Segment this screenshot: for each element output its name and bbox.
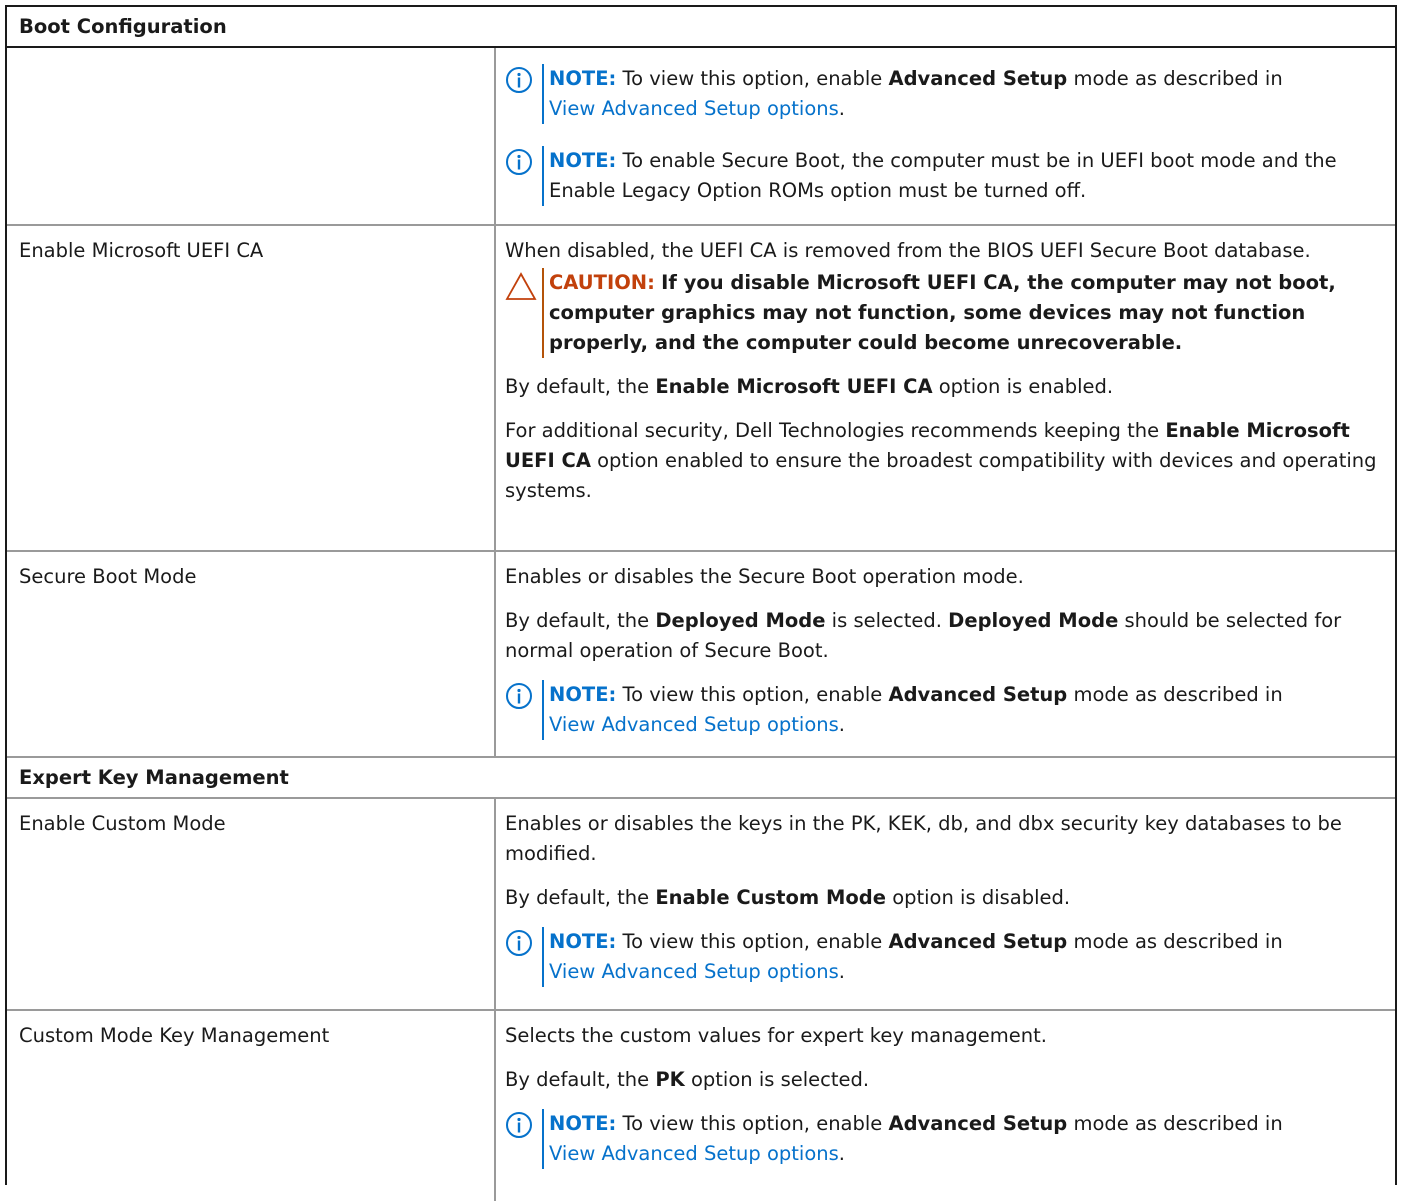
note-period: .: [838, 713, 845, 736]
table-row: NOTE: To view this option, enable Advanc…: [7, 48, 1395, 226]
info-icon: [506, 930, 532, 956]
setting-description: Enables or disables the keys in the PK, …: [505, 812, 1342, 865]
section-header-expert-key-management: Expert Key Management: [7, 758, 1395, 799]
note-text: mode as described in: [1073, 930, 1283, 953]
info-icon: [506, 1112, 532, 1138]
table-row: Enable Custom Mode Enables or disables t…: [7, 799, 1395, 1011]
note-label: NOTE:: [549, 930, 617, 953]
note-secure-boot: NOTE: To enable Secure Boot, the compute…: [505, 146, 1385, 206]
recommendation: For additional security, Dell Technologi…: [505, 416, 1385, 506]
section-header-boot-configuration: Boot Configuration: [7, 7, 1395, 48]
note-text: To view this option, enable: [622, 930, 883, 953]
emphasis: Enable Microsoft UEFI CA: [655, 375, 933, 398]
text: By default, the: [505, 375, 650, 398]
note-text: mode as described in: [1073, 67, 1283, 90]
text: option is enabled.: [938, 375, 1114, 398]
info-icon: [506, 67, 532, 93]
setting-description: Enables or disables the Secure Boot oper…: [505, 565, 1024, 588]
default-setting: By default, the Deployed Mode is selecte…: [505, 606, 1385, 666]
caution-text: If you disable Microsoft UEFI CA, the co…: [549, 271, 1336, 354]
note-text: mode as described in: [1073, 1112, 1283, 1135]
row-description: Enables or disables the keys in the PK, …: [505, 809, 1385, 997]
row-description: Selects the custom values for expert key…: [505, 1021, 1385, 1179]
note-label: NOTE:: [549, 683, 617, 706]
note-label: NOTE:: [549, 1112, 617, 1135]
emphasis: PK: [655, 1068, 685, 1091]
note-advanced-setup: NOTE: To view this option, enable Advanc…: [505, 927, 1385, 987]
text: For additional security, Dell Technologi…: [505, 419, 1160, 442]
link-view-advanced-setup[interactable]: View Advanced Setup options: [549, 1142, 839, 1165]
caution-label: CAUTION:: [549, 271, 655, 294]
info-icon: [506, 683, 532, 709]
emphasis: Deployed Mode: [948, 609, 1119, 632]
text: option is selected.: [690, 1068, 870, 1091]
text: is selected.: [831, 609, 942, 632]
setting-name: Secure Boot Mode: [19, 565, 197, 588]
setting-name: Custom Mode Key Management: [19, 1024, 330, 1047]
settings-table: Boot Configuration NOTE: To view this op…: [5, 5, 1397, 1201]
note-period: .: [838, 1142, 845, 1165]
section-title: Expert Key Management: [19, 766, 289, 789]
note-label: NOTE:: [549, 67, 617, 90]
note-period: .: [838, 97, 845, 120]
note-advanced-setup: NOTE: To view this option, enable Advanc…: [505, 1109, 1385, 1169]
table-row: Custom Mode Key Management Selects the c…: [7, 1011, 1395, 1201]
table-row: Secure Boot Mode Enables or disables the…: [7, 552, 1395, 758]
note-advanced-setup: NOTE: To view this option, enable Advanc…: [505, 680, 1385, 740]
text: option is disabled.: [892, 886, 1071, 909]
emphasis: Enable Custom Mode: [655, 886, 886, 909]
caution-box: CAUTION: If you disable Microsoft UEFI C…: [505, 268, 1385, 358]
setting-name: Enable Custom Mode: [19, 812, 226, 835]
note-period: .: [838, 960, 845, 983]
note-text: To view this option, enable: [622, 67, 883, 90]
default-setting: By default, the Enable Microsoft UEFI CA…: [505, 372, 1385, 402]
setting-name: Enable Microsoft UEFI CA: [19, 239, 264, 262]
info-icon: [506, 149, 532, 175]
link-view-advanced-setup[interactable]: View Advanced Setup options: [549, 97, 839, 120]
text: option enabled to ensure the broadest co…: [505, 449, 1377, 502]
note-text: To enable Secure Boot, the computer must…: [549, 149, 1337, 202]
row-description: Enables or disables the Secure Boot oper…: [505, 562, 1385, 750]
row-description: When disabled, the UEFI CA is removed fr…: [505, 236, 1385, 520]
caution-triangle-icon: [505, 272, 537, 300]
text: By default, the: [505, 609, 650, 632]
setting-description: Selects the custom values for expert key…: [505, 1024, 1047, 1047]
link-view-advanced-setup[interactable]: View Advanced Setup options: [549, 960, 839, 983]
table-row: Enable Microsoft UEFI CA When disabled, …: [7, 226, 1395, 552]
note-text: To view this option, enable: [622, 1112, 883, 1135]
note-label: NOTE:: [549, 149, 617, 172]
note-emphasis: Advanced Setup: [888, 1112, 1068, 1135]
text: By default, the: [505, 886, 650, 909]
note-advanced-setup: NOTE: To view this option, enable Advanc…: [505, 64, 1385, 124]
row-description: NOTE: To view this option, enable Advanc…: [505, 64, 1385, 216]
note-emphasis: Advanced Setup: [888, 67, 1068, 90]
note-text: To view this option, enable: [622, 683, 883, 706]
note-text: mode as described in: [1073, 683, 1283, 706]
setting-description: When disabled, the UEFI CA is removed fr…: [505, 239, 1311, 262]
text: By default, the: [505, 1068, 650, 1091]
note-emphasis: Advanced Setup: [888, 683, 1068, 706]
default-setting: By default, the PK option is selected.: [505, 1065, 1385, 1095]
note-emphasis: Advanced Setup: [888, 930, 1068, 953]
section-title: Boot Configuration: [19, 15, 227, 38]
link-view-advanced-setup[interactable]: View Advanced Setup options: [549, 713, 839, 736]
default-setting: By default, the Enable Custom Mode optio…: [505, 883, 1385, 913]
emphasis: Deployed Mode: [655, 609, 826, 632]
